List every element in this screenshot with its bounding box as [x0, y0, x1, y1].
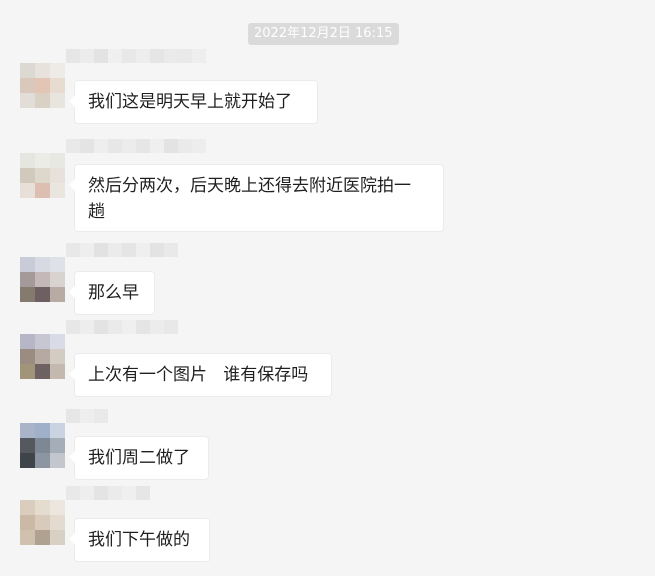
- sender-name-blurred: [66, 320, 178, 334]
- chat-window: 2022年12月2日 16:15 我们这是明天早上就开始了 然后分两次，后天晚上…: [0, 0, 655, 576]
- avatar[interactable]: [20, 500, 65, 545]
- avatar[interactable]: [20, 423, 65, 468]
- sender-name-blurred: [66, 139, 206, 153]
- sender-name-blurred: [66, 49, 206, 63]
- message-bubble[interactable]: 那么早: [69, 271, 155, 315]
- sender-name-blurred: [66, 409, 108, 423]
- message-bubble[interactable]: 我们下午做的: [69, 518, 210, 562]
- message-bubble[interactable]: 上次有一个图片 谁有保存吗: [69, 353, 332, 397]
- message-bubble[interactable]: 然后分两次，后天晚上还得去附近医院拍一 趟: [69, 164, 444, 232]
- message-bubble[interactable]: 我们周二做了: [69, 436, 209, 480]
- message-timestamp: 2022年12月2日 16:15: [248, 23, 399, 45]
- sender-name-blurred: [66, 243, 178, 257]
- avatar[interactable]: [20, 63, 65, 108]
- avatar[interactable]: [20, 153, 65, 198]
- message-bubble[interactable]: 我们这是明天早上就开始了: [69, 80, 318, 124]
- sender-name-blurred: [66, 486, 150, 500]
- avatar[interactable]: [20, 257, 65, 302]
- avatar[interactable]: [20, 334, 65, 379]
